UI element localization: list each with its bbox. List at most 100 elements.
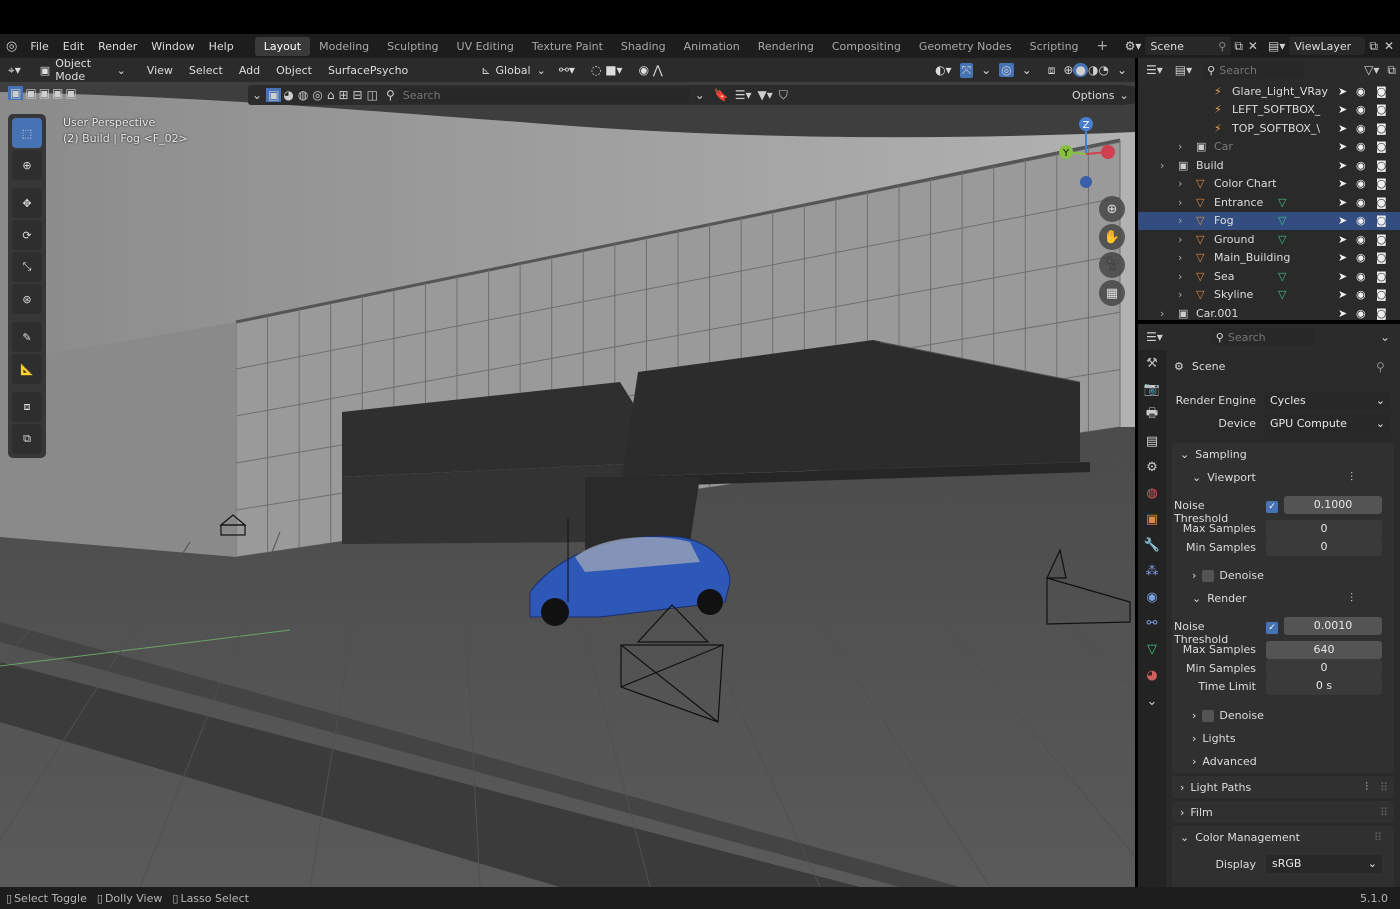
extrude-tool-icon[interactable]: ⧉: [12, 424, 42, 454]
menu-select[interactable]: Select: [181, 64, 231, 77]
camera-icon[interactable]: ◙: [1376, 270, 1387, 283]
scale-tool-icon[interactable]: ⤡: [12, 252, 42, 282]
menu-edit[interactable]: Edit: [56, 40, 91, 53]
delete-view-layer-icon[interactable]: ✕: [1382, 39, 1400, 53]
r-denoise-row[interactable]: › Denoise: [1192, 709, 1264, 722]
vp-noise-threshold-field[interactable]: 0.1000: [1284, 496, 1382, 514]
filter-funnel-icon[interactable]: ▽▾: [1360, 63, 1383, 77]
camera-icon[interactable]: ◙: [1376, 122, 1387, 135]
selectable-icon[interactable]: ➤: [1338, 196, 1347, 209]
modifier-tab-icon[interactable]: 🔧: [1138, 532, 1166, 558]
eye-icon[interactable]: ◉: [1356, 307, 1366, 320]
visibility-icon[interactable]: ◐▾: [927, 63, 960, 77]
pin-icon[interactable]: ⚲: [1376, 360, 1385, 374]
list-view-icon[interactable]: ☰▾: [732, 88, 755, 102]
output-tab-icon[interactable]: 🖶: [1138, 402, 1166, 428]
menu-render[interactable]: Render: [91, 40, 144, 53]
selectable-icon[interactable]: ➤: [1338, 177, 1347, 190]
overlay-dropdown-icon[interactable]: ⌄: [1014, 63, 1040, 77]
zoom-icon[interactable]: ⊕: [1099, 196, 1125, 222]
constraints-tab-icon[interactable]: ⚯: [1138, 610, 1166, 636]
select-intersect-icon[interactable]: ▣: [65, 86, 76, 100]
measure-tool-icon[interactable]: 📐: [12, 354, 42, 384]
delete-scene-icon[interactable]: ✕: [1246, 39, 1264, 53]
selectable-icon[interactable]: ➤: [1338, 270, 1347, 283]
expand-arrow-icon[interactable]: ›: [1178, 196, 1182, 209]
expand-arrow-icon[interactable]: ›: [1178, 270, 1182, 283]
eye-icon[interactable]: ◉: [1356, 122, 1366, 135]
display-dropdown[interactable]: sRGB ⌄: [1266, 855, 1382, 873]
selectable-icon[interactable]: ➤: [1338, 103, 1347, 116]
outliner-row[interactable]: › ▣ Car ➤ ◉ ◙: [1138, 138, 1400, 156]
expand-arrow-icon[interactable]: ›: [1178, 177, 1182, 190]
outliner-search-input[interactable]: [1219, 63, 1295, 77]
expand-arrow-icon[interactable]: ›: [1178, 214, 1182, 227]
r-time-limit-field[interactable]: 0 s: [1266, 677, 1382, 695]
properties-search[interactable]: ⚲: [1210, 328, 1315, 346]
shield-icon[interactable]: ⛉: [776, 88, 791, 103]
funnel-icon[interactable]: ▼▾: [755, 88, 776, 102]
camera-icon[interactable]: ◙: [1376, 307, 1387, 320]
xray-icon[interactable]: ⧈: [1040, 63, 1064, 78]
camera-icon[interactable]: ◙: [1376, 251, 1387, 264]
transform-tool-icon[interactable]: ⊛: [12, 284, 42, 314]
select-box-tool-icon[interactable]: ⬚: [12, 118, 42, 148]
vp-denoise-row[interactable]: › Denoise: [1192, 569, 1264, 582]
menu-object[interactable]: Object: [268, 64, 320, 77]
vp-denoise-checkbox[interactable]: [1202, 569, 1215, 582]
viewport-subpanel-header[interactable]: ⌄ Viewport: [1192, 471, 1256, 484]
r-max-samples-field[interactable]: 640: [1266, 641, 1382, 659]
eye-icon[interactable]: ◉: [1356, 233, 1366, 246]
new-scene-icon[interactable]: ⧉: [1231, 39, 1246, 54]
r-noise-threshold-checkbox[interactable]: ✓: [1266, 622, 1278, 634]
pan-hand-icon[interactable]: ✋: [1099, 224, 1125, 250]
eye-icon[interactable]: ◉: [1356, 214, 1366, 227]
proportional-edit-icon[interactable]: ◉ ⋀: [631, 63, 671, 77]
outliner-row[interactable]: › ▽ Ground ▽ ➤ ◉ ◙: [1138, 230, 1400, 248]
editor-type-icon[interactable]: ⌖▾: [0, 63, 29, 78]
tab-modeling[interactable]: Modeling: [310, 37, 378, 56]
selectable-icon[interactable]: ➤: [1338, 140, 1347, 153]
filter-other-icon[interactable]: ⊟: [351, 88, 365, 102]
drag-handle-icon[interactable]: ⠿: [1380, 806, 1388, 819]
view-layer-tab-icon[interactable]: ▤: [1138, 428, 1166, 454]
gizmo-toggle-icon[interactable]: ⤧: [959, 62, 974, 78]
chevron-down-icon[interactable]: ⌄: [1370, 330, 1400, 344]
expand-arrow-icon[interactable]: ›: [1178, 233, 1182, 246]
eye-icon[interactable]: ◉: [1356, 140, 1366, 153]
render-tab-icon[interactable]: 📷: [1138, 376, 1166, 402]
lights-subpanel-header[interactable]: › Lights: [1192, 732, 1236, 745]
outliner-row[interactable]: › ▽ Skyline ▽ ➤ ◉ ◙: [1138, 286, 1400, 304]
advanced-subpanel-header[interactable]: › Advanced: [1192, 755, 1257, 768]
select-subtract-icon[interactable]: ▣: [39, 86, 50, 100]
outliner-search[interactable]: ⚲: [1202, 61, 1305, 79]
outliner-row[interactable]: › ▣ Build ➤ ◉ ◙: [1138, 156, 1400, 174]
physics-tab-icon[interactable]: ◉: [1138, 584, 1166, 610]
tab-shading[interactable]: Shading: [612, 37, 675, 56]
tab-uv-editing[interactable]: UV Editing: [448, 37, 523, 56]
tab-animation[interactable]: Animation: [675, 37, 749, 56]
object-tab-icon[interactable]: ▣: [1138, 506, 1166, 532]
scene-tab-icon[interactable]: ⚙: [1138, 454, 1166, 480]
filter-empty-icon[interactable]: ⊞: [336, 88, 350, 102]
3d-viewport[interactable]: ▣ ▣ ▣ ▣ ▣ ⌄ ▣ ◕ ◍ ◎ ⌂ ⊞ ⊟ ◫ ⚲ ⌄ 🔖 ☰▾ ▼▾ …: [0, 82, 1135, 887]
selectable-icon[interactable]: ➤: [1338, 85, 1347, 98]
tab-sculpting[interactable]: Sculpting: [378, 37, 447, 56]
options-button[interactable]: Options ⌄: [1066, 86, 1135, 104]
outliner-row[interactable]: › ▽ Main_Building ➤ ◉ ◙: [1138, 249, 1400, 267]
camera-view-icon[interactable]: 🎥: [1099, 252, 1125, 278]
camera-icon[interactable]: ◙: [1376, 288, 1387, 301]
menu-add[interactable]: Add: [231, 64, 268, 77]
vp-noise-threshold-checkbox[interactable]: ✓: [1266, 501, 1278, 513]
blender-logo-icon[interactable]: ◎: [0, 39, 23, 54]
menu-surfacepsycho[interactable]: SurfacePsycho: [320, 64, 416, 77]
selectable-icon[interactable]: ➤: [1338, 288, 1347, 301]
overlay-toggle-icon[interactable]: ◎: [999, 63, 1014, 77]
world-tab-icon[interactable]: ◍: [1138, 480, 1166, 506]
gizmo-dropdown-icon[interactable]: ⌄: [973, 63, 999, 77]
editor-type-icon[interactable]: ☰▾: [1138, 330, 1171, 344]
outliner-row[interactable]: ⚡ TOP_SOFTBOX_\ ➤ ◉ ◙: [1138, 119, 1400, 137]
select-extend-icon[interactable]: ▣: [25, 86, 36, 100]
eye-icon[interactable]: ◉: [1356, 85, 1366, 98]
eye-icon[interactable]: ◉: [1356, 251, 1366, 264]
